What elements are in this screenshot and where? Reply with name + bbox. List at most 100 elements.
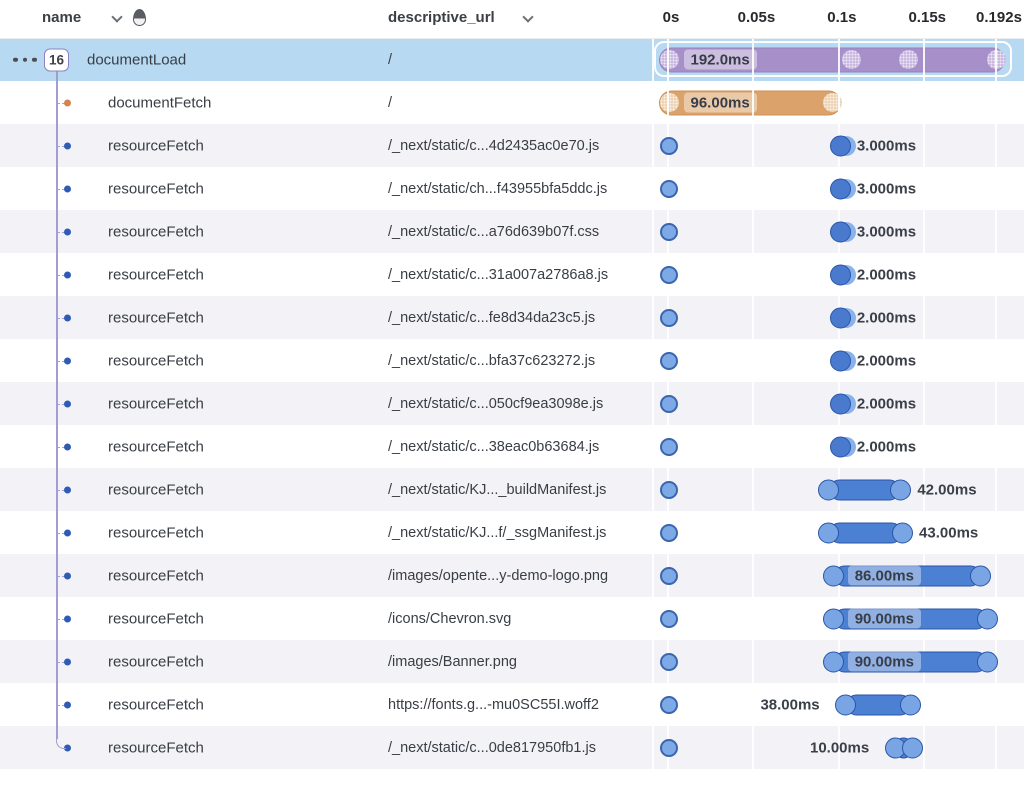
span-duration-bar[interactable] (830, 307, 851, 328)
span-name: documentLoad (87, 51, 186, 68)
span-endpoint-circle (823, 608, 844, 629)
chevron-down-icon[interactable] (522, 11, 533, 22)
span-duration-bar[interactable] (830, 436, 851, 457)
span-name: documentFetch (108, 94, 211, 111)
span-name: resourceFetch (108, 653, 204, 670)
span-row[interactable]: resourceFetch /_next/static/KJ...f/_ssgM… (0, 511, 1024, 554)
span-endpoint-circle (970, 565, 991, 586)
trace-waterfall-view: name descriptive_url 0s0.05s0.1s0.15s0.1… (0, 0, 1024, 786)
span-duration-bar[interactable]: 90.00ms (834, 651, 988, 672)
span-kind-dot (64, 572, 71, 579)
row-menu-button[interactable] (13, 57, 37, 62)
name-column-header[interactable]: name (42, 9, 81, 26)
span-endpoint-circle (835, 694, 856, 715)
span-start-marker (660, 309, 678, 327)
span-name: resourceFetch (108, 481, 204, 498)
span-endpoint-circle (823, 565, 844, 586)
span-url: /_next/static/c...38eac0b63684.js (388, 439, 599, 455)
span-row[interactable]: resourceFetch /_next/static/c...4d2435ac… (0, 124, 1024, 167)
span-name: resourceFetch (108, 739, 204, 756)
span-endpoint-circle (902, 737, 923, 758)
span-row[interactable]: resourceFetch /_next/static/c...050cf9ea… (0, 382, 1024, 425)
span-url: /_next/static/c...a76d639b07f.css (388, 224, 599, 240)
duration-label: 42.00ms (917, 481, 976, 498)
span-row[interactable]: documentFetch / 96.00ms (0, 81, 1024, 124)
span-name: resourceFetch (108, 610, 204, 627)
duration-label: 3.000ms (857, 137, 916, 154)
span-url: / (388, 52, 392, 68)
descriptive-url-column-header[interactable]: descriptive_url (388, 9, 495, 26)
span-row[interactable]: resourceFetch /images/opente...y-demo-lo… (0, 554, 1024, 597)
span-duration-bar[interactable] (830, 264, 851, 285)
chevron-down-icon[interactable] (111, 11, 122, 22)
duration-label: 43.00ms (919, 524, 978, 541)
duration-label: 96.00ms (684, 93, 757, 113)
span-rows: documentLoad / 16 192.0ms documentFetch /… (0, 38, 1024, 769)
span-url: /_next/static/KJ...f/_ssgManifest.js (388, 525, 606, 541)
span-kind-dot (64, 529, 71, 536)
span-endpoint-circle (890, 479, 911, 500)
span-name: resourceFetch (108, 438, 204, 455)
span-name: resourceFetch (108, 352, 204, 369)
duration-label: 90.00ms (848, 609, 921, 629)
duration-label: 2.000ms (857, 266, 916, 283)
span-row[interactable]: resourceFetch /images/Banner.png 90.00ms (0, 640, 1024, 683)
span-kind-dot (64, 658, 71, 665)
duration-label: 3.000ms (857, 180, 916, 197)
span-row[interactable]: resourceFetch /_next/static/c...0de81795… (0, 726, 1024, 769)
span-kind-dot (64, 142, 71, 149)
span-name: resourceFetch (108, 395, 204, 412)
span-row[interactable]: resourceFetch /icons/Chevron.svg 90.00ms (0, 597, 1024, 640)
span-kind-dot (64, 443, 71, 450)
span-row[interactable]: resourceFetch /_next/static/c...31a007a2… (0, 253, 1024, 296)
span-endpoint-circle (823, 651, 844, 672)
span-row[interactable]: resourceFetch https://fonts.g...-mu0SC55… (0, 683, 1024, 726)
span-url: /_next/static/c...fe8d34da23c5.js (388, 310, 595, 326)
span-kind-dot (64, 400, 71, 407)
duration-label: 10.00ms (810, 739, 869, 756)
span-row[interactable]: resourceFetch /_next/static/c...38eac0b6… (0, 425, 1024, 468)
span-row[interactable]: resourceFetch /_next/static/c...a76d639b… (0, 210, 1024, 253)
span-url: /images/opente...y-demo-logo.png (388, 568, 608, 584)
span-url: /_next/static/KJ..._buildManifest.js (388, 482, 606, 498)
duration-label: 2.000ms (857, 395, 916, 412)
span-url: /_next/static/c...4d2435ac0e70.js (388, 138, 599, 154)
span-start-marker (660, 739, 678, 757)
span-duration-bar[interactable] (830, 350, 851, 371)
span-name: resourceFetch (108, 137, 204, 154)
span-row[interactable]: resourceFetch /_next/static/c...fe8d34da… (0, 296, 1024, 339)
span-kind-dot (64, 615, 71, 622)
span-event-dot (660, 50, 679, 69)
span-duration-bar[interactable]: 86.00ms (834, 565, 981, 586)
axis-tick-label: 0.192s (976, 9, 1022, 26)
span-row[interactable]: resourceFetch /_next/static/ch...f43955b… (0, 167, 1024, 210)
span-duration-bar[interactable] (830, 393, 851, 414)
span-event-dot (987, 50, 1006, 69)
span-name: resourceFetch (108, 223, 204, 240)
span-duration-bar[interactable]: 90.00ms (834, 608, 988, 629)
axis-tick-label: 0.1s (827, 9, 856, 26)
span-row[interactable]: documentLoad / 16 192.0ms (0, 38, 1024, 81)
child-count-badge[interactable]: 16 (44, 48, 69, 71)
span-duration-bar[interactable]: 192.0ms (659, 47, 1006, 72)
duration-label: 38.00ms (760, 696, 819, 713)
span-name: resourceFetch (108, 266, 204, 283)
span-duration-bar[interactable] (830, 178, 851, 199)
span-row[interactable]: resourceFetch /_next/static/c...bfa37c62… (0, 339, 1024, 382)
duration-label: 3.000ms (857, 223, 916, 240)
duration-label: 2.000ms (857, 438, 916, 455)
span-url: / (388, 95, 392, 111)
egg-icon[interactable] (133, 9, 146, 26)
span-duration-bar[interactable] (830, 221, 851, 242)
span-row[interactable]: resourceFetch /_next/static/KJ..._buildM… (0, 468, 1024, 511)
span-start-marker (660, 180, 678, 198)
span-endpoint-circle (892, 522, 913, 543)
span-duration-bar[interactable]: 96.00ms (659, 90, 842, 115)
span-name: resourceFetch (108, 309, 204, 326)
span-duration-bar[interactable] (830, 135, 851, 156)
span-kind-dot (64, 228, 71, 235)
span-start-marker (660, 223, 678, 241)
span-start-marker (660, 352, 678, 370)
span-kind-dot (64, 271, 71, 278)
span-event-dot (660, 93, 679, 112)
